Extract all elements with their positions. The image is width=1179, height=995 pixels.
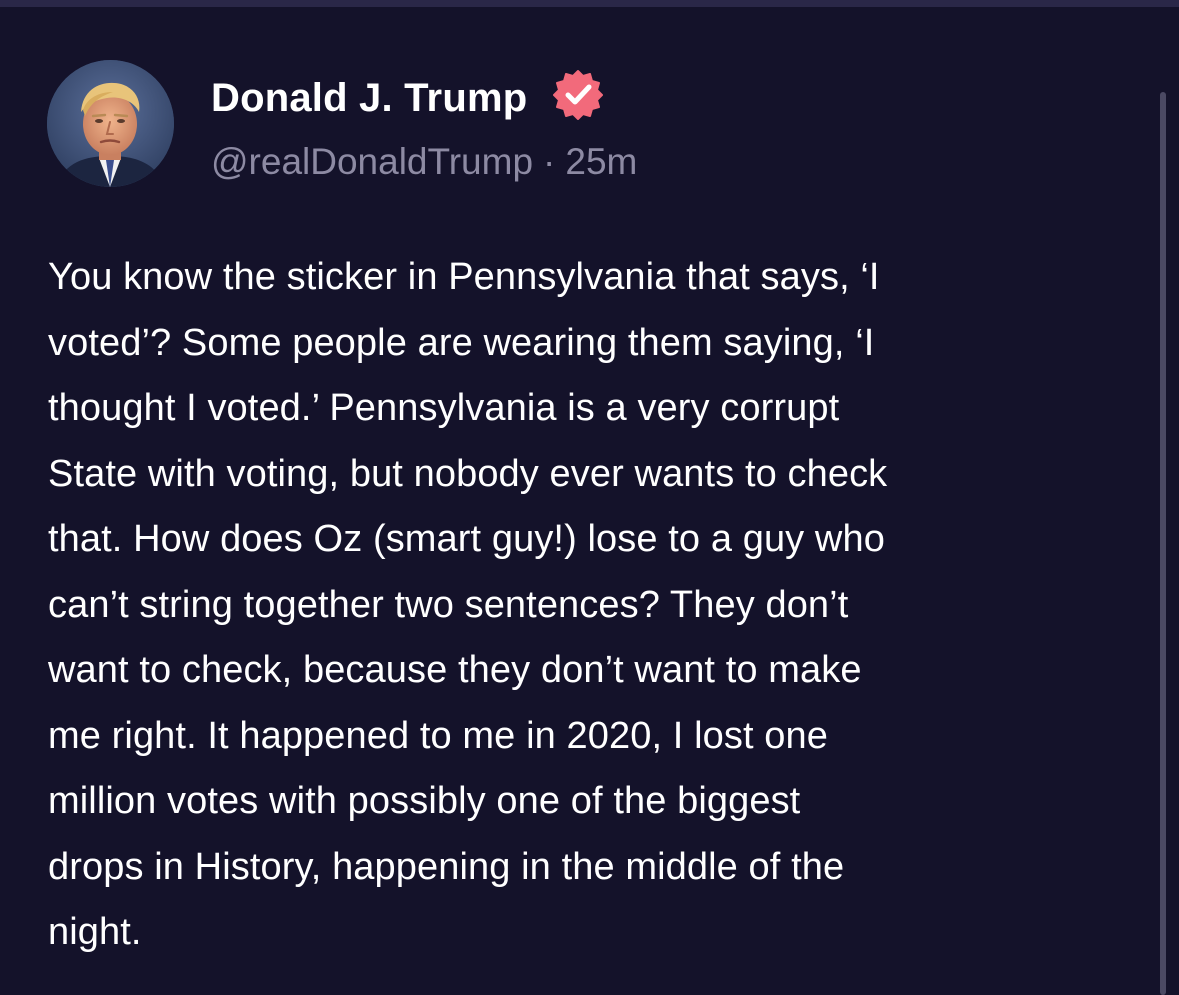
- vertical-scrollbar[interactable]: [1158, 92, 1168, 995]
- post-text: You know the sticker in Pennsylvania tha…: [48, 256, 888, 953]
- author-display-name[interactable]: Donald J. Trump: [211, 75, 527, 121]
- top-divider: [0, 0, 1179, 7]
- author-avatar[interactable]: [47, 60, 174, 187]
- author-handle[interactable]: @realDonaldTrump: [211, 141, 533, 182]
- post-timestamp[interactable]: 25m: [565, 141, 637, 182]
- scrollbar-thumb[interactable]: [1160, 92, 1166, 995]
- post-meta: @realDonaldTrump · 25m: [211, 140, 637, 184]
- verified-badge-icon: [552, 68, 604, 120]
- meta-separator: ·: [543, 141, 556, 182]
- post-card[interactable]: Donald J. Trump @realDonaldTrump · 25m You…: [0, 7, 1179, 995]
